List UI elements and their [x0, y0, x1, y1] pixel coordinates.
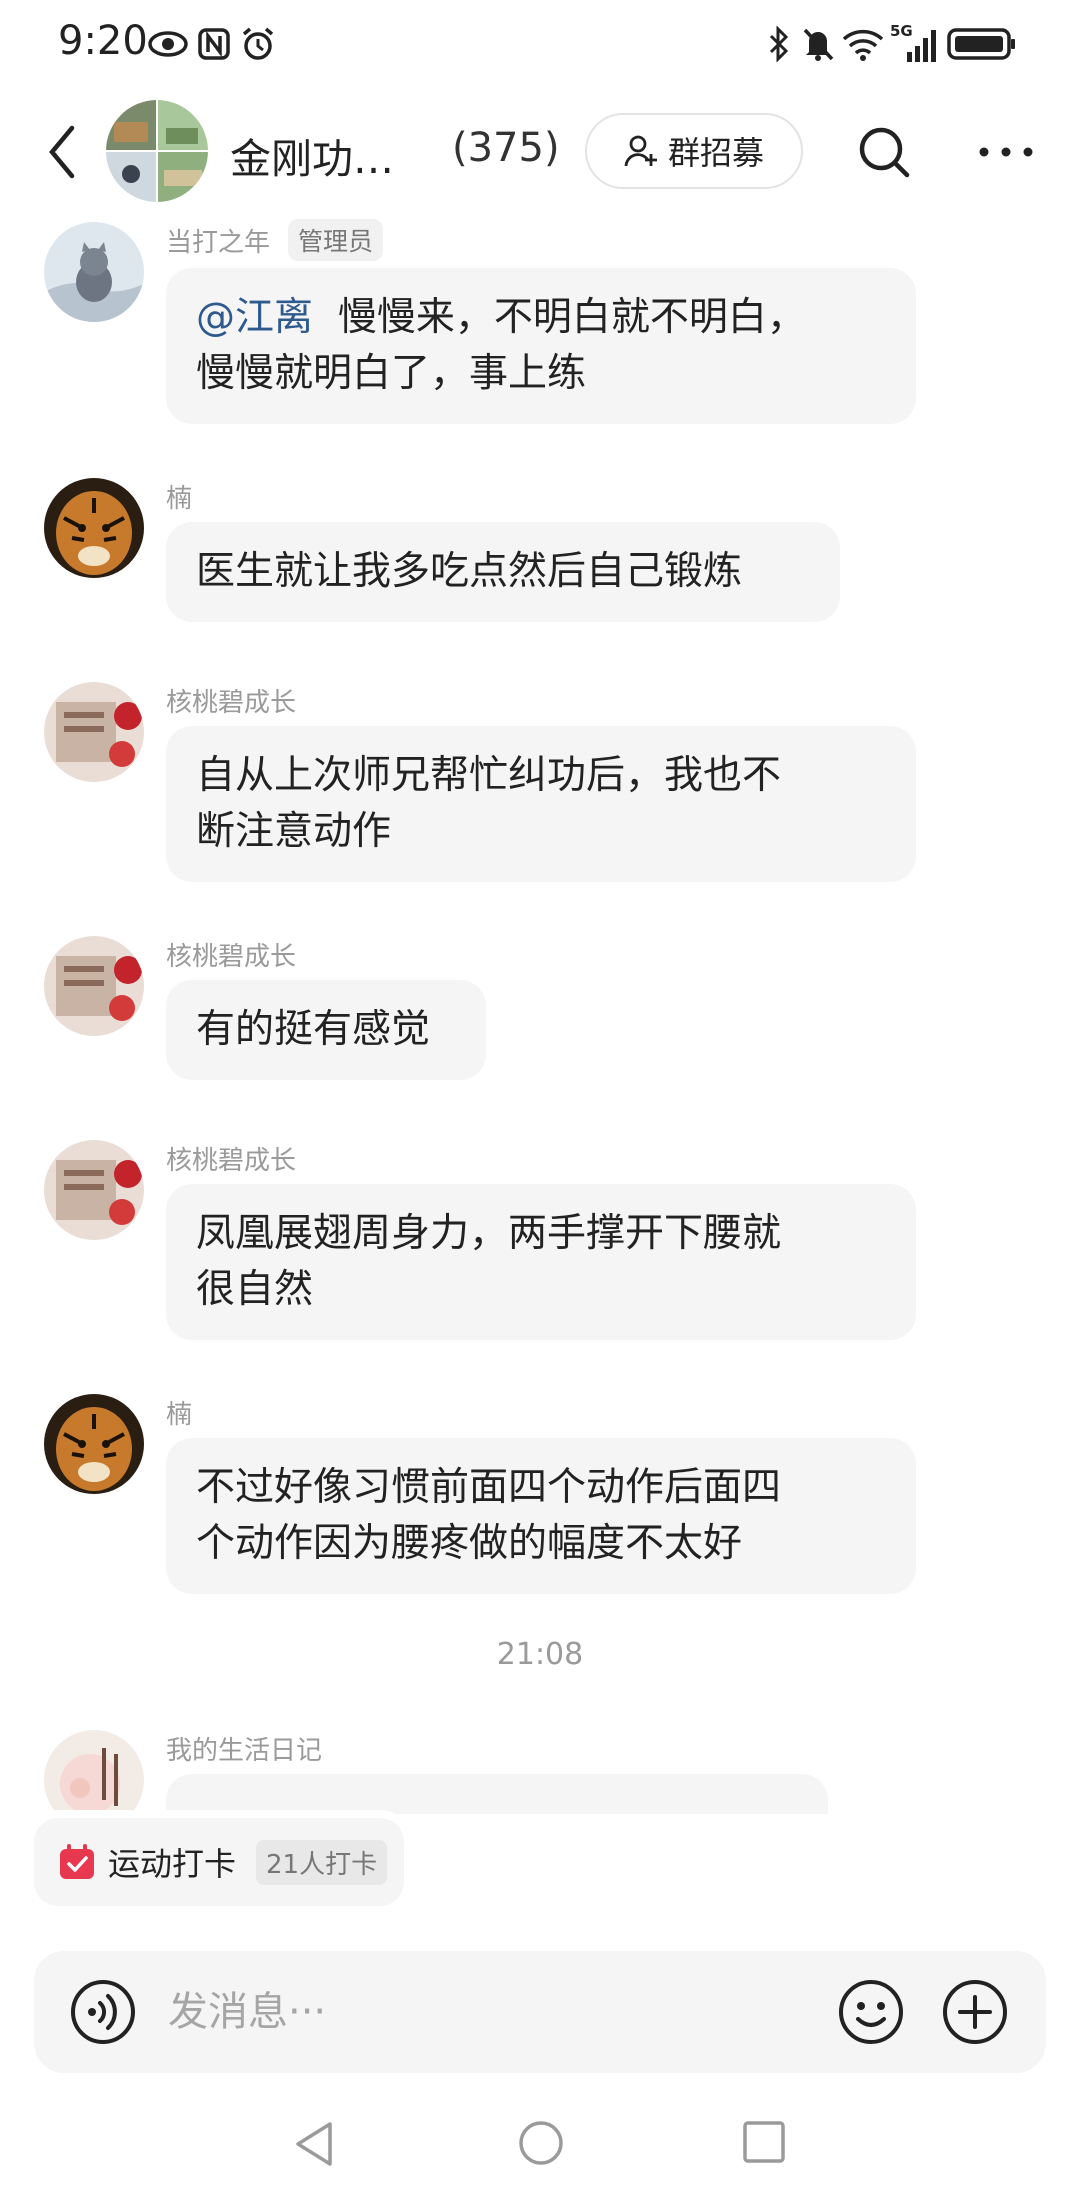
message-bubble[interactable]: @江离 慢慢来，不明白就不明白， 慢慢就明白了，事上练 [166, 268, 916, 424]
nav-home-button[interactable] [518, 2120, 564, 2166]
sender-name[interactable]: 楠 [166, 478, 192, 515]
wifi-icon [840, 22, 886, 66]
mention-link[interactable]: @江离 [196, 295, 313, 340]
message-bubble[interactable]: 凤凰展翅周身力，两手撑开下腰就 很自然 [166, 1184, 916, 1340]
message-text: 自从上次师兄帮忙纠功后，我也不 [196, 753, 782, 798]
group-recruit-button[interactable]: 群招募 [585, 113, 803, 189]
search-icon [859, 127, 910, 178]
message-text: 很自然 [196, 1267, 314, 1312]
avatar-dangdazhinian[interactable] [44, 222, 144, 322]
message-text: 个动作因为腰疼做的幅度不太好 [196, 1521, 743, 1566]
sender-name[interactable]: 核桃碧成长 [166, 1140, 296, 1177]
alarm-icon [238, 22, 278, 66]
checkin-chip[interactable]: 运动打卡 21人打卡 [34, 1818, 404, 1906]
nav-back-button[interactable] [292, 2120, 336, 2168]
message-input-bar [34, 1951, 1046, 2073]
add-attachment-button[interactable] [942, 1979, 1008, 2045]
more-button[interactable] [976, 138, 1036, 166]
group-name[interactable]: 金刚功… [230, 125, 394, 185]
nfc-icon [196, 22, 232, 66]
message-text: 慢慢来，不明白就不明白， [337, 295, 806, 340]
search-button[interactable] [856, 124, 912, 180]
plus-circle-icon [943, 1980, 1007, 2044]
calendar-check-icon [60, 1844, 94, 1879]
message-text: 不过好像习惯前面四个动作后面四 [196, 1465, 782, 1510]
message-input[interactable] [166, 1981, 820, 2043]
avatar-hetaobichengzhang[interactable] [44, 1140, 144, 1240]
sender-name[interactable]: 楠 [166, 1394, 192, 1431]
nav-recents-button[interactable] [742, 2120, 786, 2164]
sender-name[interactable]: 核桃碧成长 [166, 682, 296, 719]
sender-name[interactable]: 我的生活日记 [166, 1730, 322, 1767]
emoji-icon [839, 1980, 903, 2044]
message-bubble[interactable]: 医生就让我多吃点然后自己锻炼 [166, 522, 840, 622]
battery-icon [946, 22, 1018, 66]
square-recents-icon [743, 2121, 785, 2163]
message-bubble[interactable]: 不过好像习惯前面四个动作后面四 个动作因为腰疼做的幅度不太好 [166, 1438, 916, 1594]
sender-name[interactable]: 当打之年 [166, 222, 270, 259]
avatar-nan[interactable] [44, 478, 144, 578]
back-button[interactable] [40, 120, 84, 184]
message-text: 凤凰展翅周身力，两手撑开下腰就 [196, 1211, 782, 1256]
group-recruit-label: 群招募 [667, 134, 764, 172]
eye-icon [146, 22, 190, 66]
network-label: 5G [890, 22, 913, 40]
message-text: 慢慢就明白了，事上练 [196, 351, 587, 396]
emoji-button[interactable] [838, 1979, 904, 2045]
message-text: 有的挺有感觉 [196, 1007, 431, 1052]
status-time: 9:20 [58, 18, 148, 64]
voice-button[interactable] [70, 1979, 136, 2045]
checkin-label: 运动打卡 [108, 1845, 237, 1883]
more-horizontal-icon [979, 147, 1033, 157]
message-text: 断注意动作 [196, 809, 392, 854]
circle-home-icon [519, 2121, 563, 2165]
admin-badge: 管理员 [288, 219, 384, 261]
chevron-left-icon [49, 125, 75, 179]
message-text: 医生就让我多吃点然后自己锻炼 [196, 549, 743, 594]
signal-5g-icon: 5G [890, 22, 940, 66]
member-count[interactable]: (375) [452, 125, 560, 171]
avatar-hetaobichengzhang[interactable] [44, 682, 144, 782]
voice-icon [71, 1980, 135, 2044]
triangle-back-icon [296, 2122, 332, 2166]
avatar-hetaobichengzhang[interactable] [44, 936, 144, 1036]
avatar-nan[interactable] [44, 1394, 144, 1494]
group-avatar[interactable] [106, 100, 208, 202]
message-bubble[interactable]: 自从上次师兄帮忙纠功后，我也不 断注意动作 [166, 726, 916, 882]
checkin-count: 21人打卡 [256, 1839, 388, 1885]
message-timestamp: 21:08 [496, 1637, 584, 1672]
mute-icon [800, 22, 836, 66]
message-bubble[interactable]: 有的挺有感觉 [166, 980, 486, 1080]
message-bubble-partial[interactable] [166, 1774, 828, 1814]
bluetooth-icon [764, 22, 794, 66]
add-user-icon [624, 135, 657, 167]
avatar-wodeshenghuoriji[interactable] [44, 1730, 144, 1830]
sender-name[interactable]: 核桃碧成长 [166, 936, 296, 973]
